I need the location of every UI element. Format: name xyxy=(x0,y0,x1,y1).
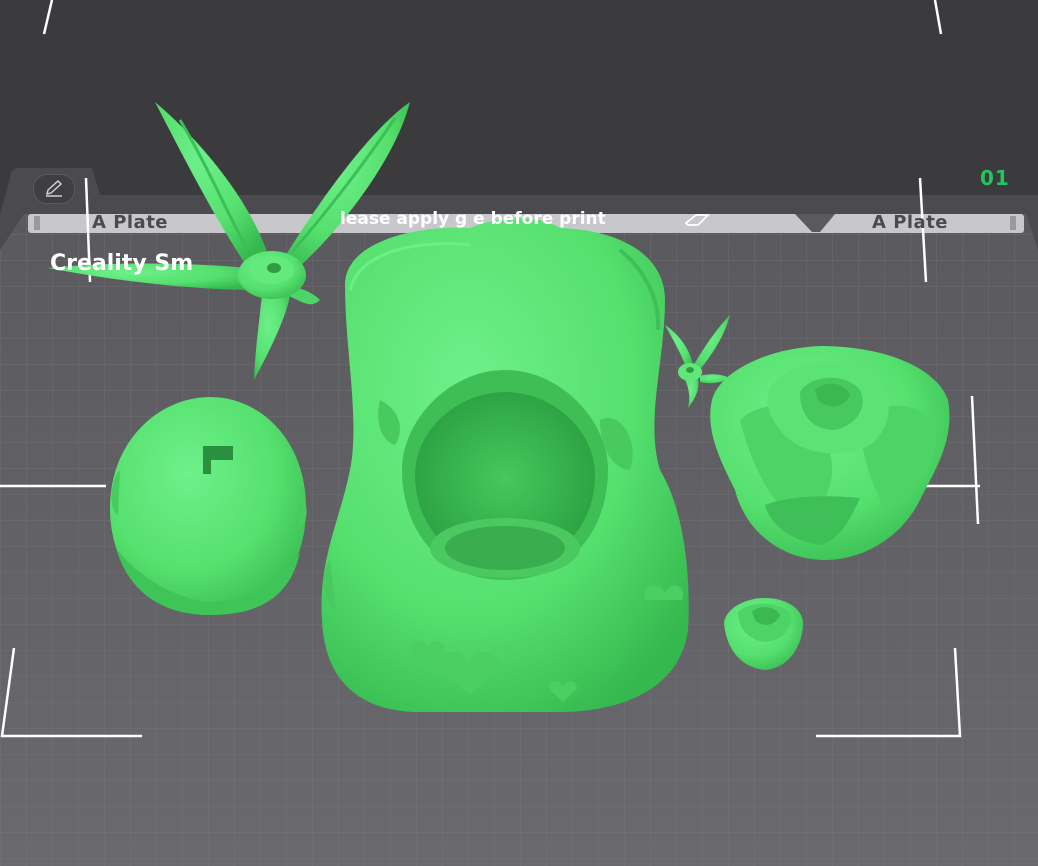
edit-plate-button[interactable] xyxy=(33,174,75,204)
3d-viewport[interactable]: 01 A Plate A Plate lease apply g e befor… xyxy=(0,0,1038,866)
egg-model xyxy=(110,397,307,615)
pencil-icon xyxy=(45,179,63,197)
plate-label-right: A Plate xyxy=(872,212,949,233)
plate-number: 01 xyxy=(980,166,1010,190)
glue-notice-text: lease apply g e before print xyxy=(340,209,606,229)
plate-name: Creality Sm xyxy=(50,251,194,276)
plate-label-left: A Plate xyxy=(92,212,169,233)
bulbasaur-planter-model xyxy=(321,218,689,712)
print-bed-scene xyxy=(0,0,1038,866)
eraser-icon xyxy=(684,211,712,233)
